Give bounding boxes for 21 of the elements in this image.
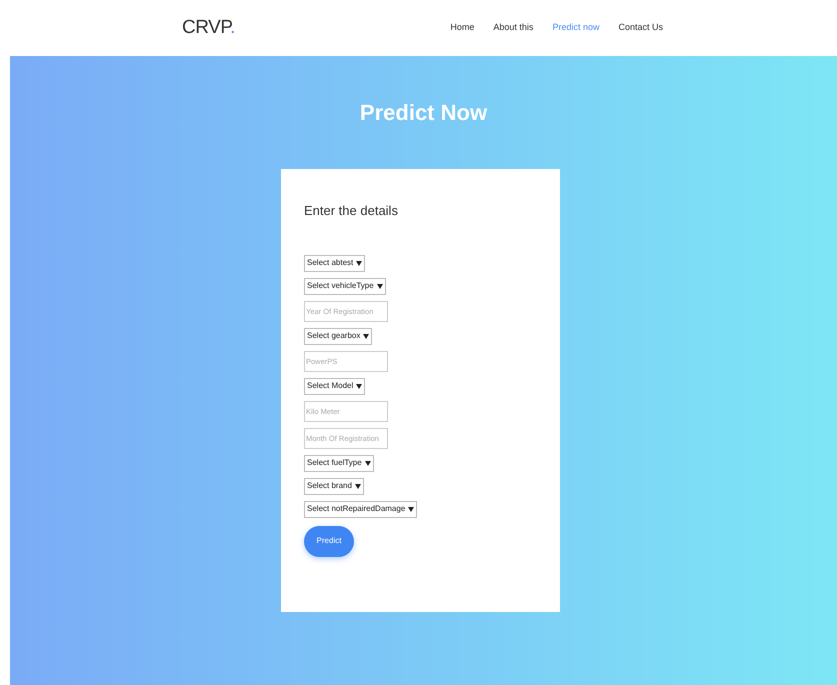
logo[interactable]: CRVP. xyxy=(182,14,235,42)
caret-icon xyxy=(354,484,361,488)
nav-link[interactable]: About this xyxy=(493,21,534,35)
nav-link[interactable]: Home xyxy=(450,21,474,35)
select-dropdown[interactable]: Select fuelType xyxy=(304,454,374,472)
select-dropdown[interactable]: Select notRepairedDamage xyxy=(304,500,418,518)
caret-icon xyxy=(408,506,414,512)
nav-link[interactable]: Contact Us xyxy=(618,21,663,35)
select-dropdown[interactable]: Select gearbox xyxy=(304,328,372,344)
form-title: Enter the details xyxy=(304,202,398,220)
caret-icon xyxy=(363,334,370,338)
caret-icon xyxy=(364,460,371,466)
select-dropdown[interactable]: Select brand xyxy=(304,478,364,494)
caret-icon xyxy=(376,284,383,288)
caret-icon xyxy=(356,384,362,388)
page-heading: Predict Now xyxy=(360,99,488,127)
select-dropdown[interactable]: Select Model xyxy=(304,378,366,394)
select-dropdown[interactable]: Select vehicleType xyxy=(304,278,386,294)
predict-button[interactable]: Predict xyxy=(304,526,354,556)
caret-icon xyxy=(356,260,362,266)
select-dropdown[interactable]: Select abtest xyxy=(304,254,366,272)
